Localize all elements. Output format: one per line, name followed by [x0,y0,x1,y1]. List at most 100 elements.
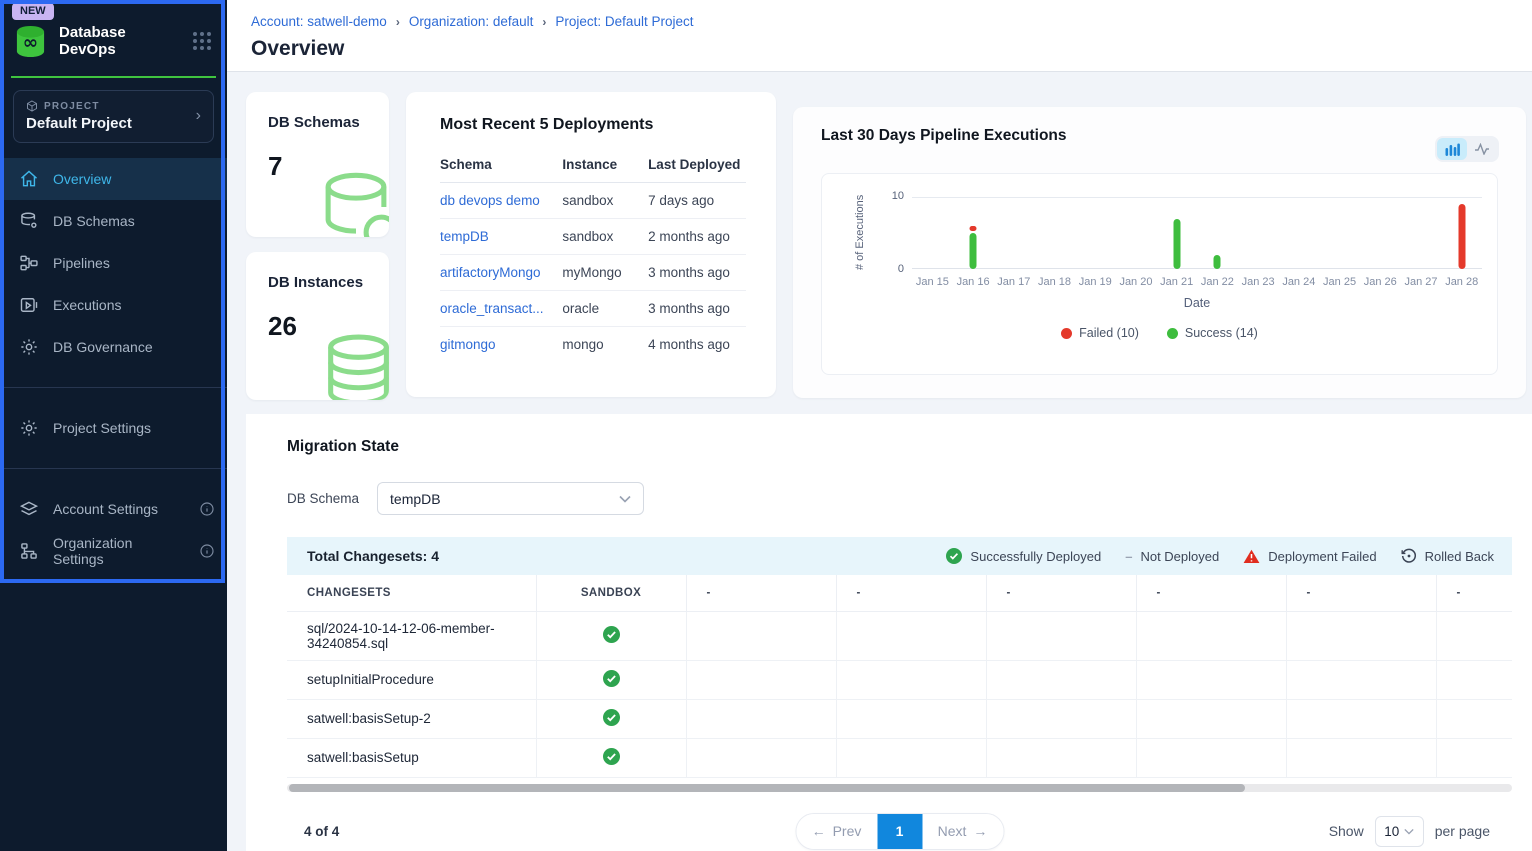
deployment-row: gitmongomongo4 months ago [440,327,746,363]
x-tick-label: Jan 16 [953,276,994,288]
empty-status-cell [836,738,986,777]
chart-column [1319,197,1360,269]
page-title: Overview [251,37,1508,61]
x-tick-label: Jan 15 [912,276,953,288]
next-page-button[interactable]: Next → [922,814,1003,849]
sidebar-item-db-schemas[interactable]: DB Schemas [0,200,227,242]
sidebar-item-label: Project Settings [53,420,217,436]
content-area: DB Schemas 7 DB Instances 26 [227,72,1532,851]
sidebar-item-db-governance[interactable]: DB Governance [0,326,227,368]
last_deployed-cell: 2 months ago [648,219,746,255]
app-title: Database DevOps [59,24,182,58]
chart-column [1401,197,1442,269]
empty-status-cell [1286,611,1436,660]
horizontal-scrollbar-thumb[interactable] [289,784,1245,792]
sandbox-status-cell [536,660,686,699]
page-header: Account: satwell-demo › Organization: de… [227,0,1532,72]
failed-bar [1458,204,1465,269]
x-tick-label: Jan 23 [1238,276,1279,288]
check-circle-icon [946,548,962,564]
horizontal-scrollbar-track[interactable] [287,784,1512,792]
schema-link[interactable]: oracle_transact... [440,291,562,327]
info-icon[interactable] [197,501,217,517]
dash-icon: – [1125,549,1132,564]
project-selector[interactable]: PROJECT Default Project › [13,90,214,143]
breadcrumb-project-link[interactable]: Project: Default Project [555,14,693,29]
rollback-icon [1401,548,1417,564]
schema-link[interactable]: tempDB [440,219,562,255]
sidebar: NEW ∞ Database DevOps PROJECT D [0,0,227,851]
changesets-table-wrap: CHANGESETSSANDBOX------ sql/2024-10-14-1… [287,575,1512,778]
db-schema-select[interactable]: tempDB [377,482,644,515]
breadcrumb-organization-link[interactable]: Organization: default [409,14,534,29]
bar-chart-toggle-button[interactable] [1437,138,1467,160]
sandbox-status-cell [536,611,686,660]
per-page-label: per page [1435,823,1490,839]
changeset-row: satwell:basisSetup-2 [287,699,1512,738]
instance-cell: sandbox [562,219,648,255]
changesets-table-body: sql/2024-10-14-12-06-member-34240854.sql… [287,611,1512,777]
arrow-right-icon: → [973,823,987,839]
chart-column [1197,197,1238,269]
project-name: Default Project [26,115,196,132]
empty-status-cell [1436,660,1512,699]
legend-item-failed: Failed (10) [1061,326,1139,340]
schema-link[interactable]: artifactoryMongo [440,255,562,291]
page-number-button[interactable]: 1 [877,814,922,849]
pagination-bar: 4 of 4 ← Prev 1 Next → Show [287,816,1512,851]
chart-column [1238,197,1279,269]
line-chart-toggle-button[interactable] [1467,138,1497,160]
legend-label: Not Deployed [1140,549,1219,564]
project-label-row: PROJECT [26,100,196,112]
failed-bar [970,226,977,231]
changesets-column-header: - [1286,575,1436,611]
app-grid-icon[interactable] [193,32,211,50]
changesets-header-bar: Total Changesets: 4 Successfully Deploye… [287,537,1512,575]
empty-status-cell [836,611,986,660]
sidebar-item-label: Organization Settings [53,535,183,567]
chart-xlabels: Jan 15Jan 16Jan 17Jan 18Jan 19Jan 20Jan … [912,276,1482,288]
changeset-row: setupInitialProcedure [287,660,1512,699]
empty-status-cell [986,738,1136,777]
chart-type-toggle [1435,136,1499,162]
sidebar-item-executions[interactable]: Executions [0,284,227,326]
sidebar-divider [0,468,227,469]
schema-link[interactable]: db devops demo [440,183,562,219]
x-tick-label: Jan 27 [1401,276,1442,288]
page-size-select[interactable]: 10 [1375,816,1424,847]
legend-label: Deployment Failed [1268,549,1376,564]
schema-link[interactable]: gitmongo [440,327,562,363]
prev-page-button[interactable]: ← Prev [796,814,877,849]
sidebar-item-overview[interactable]: Overview [0,158,227,200]
gear-icon [19,337,39,357]
last_deployed-cell: 7 days ago [648,183,746,219]
check-circle-icon [603,670,620,687]
stat-label: DB Schemas [268,114,389,131]
database-stack-icon [318,332,389,400]
home-icon [19,169,39,189]
check-circle-icon [603,748,620,765]
sidebar-item-project-settings[interactable]: Project Settings [0,407,227,449]
cube-icon [26,100,38,112]
chart-column [1116,197,1157,269]
sidebar-item-pipelines[interactable]: Pipelines [0,242,227,284]
deployments-table-body: db devops demosandbox7 days agotempDBsan… [440,183,746,363]
legend-label: Rolled Back [1425,549,1494,564]
chevron-down-icon [1404,828,1414,835]
empty-status-cell [986,611,1136,660]
changeset-row: sql/2024-10-14-12-06-member-34240854.sql [287,611,1512,660]
legend-item-success: Success (14) [1167,326,1258,340]
chart-column [993,197,1034,269]
failed-dot-icon [1061,328,1072,339]
y-tick-label: 10 [892,190,904,202]
sidebar-item-organization-settings[interactable]: Organization Settings [0,530,227,572]
changeset-name: sql/2024-10-14-12-06-member-34240854.sql [287,611,536,660]
info-icon[interactable] [197,543,217,559]
breadcrumb-account-link[interactable]: Account: satwell-demo [251,14,387,29]
changesets-header-row: CHANGESETSSANDBOX------ [287,575,1512,611]
total-changesets: Total Changesets: 4 [307,548,439,564]
pipeline-executions-card: Last 30 Days Pipeline Executions [793,107,1526,398]
primary-nav: Overview DB Schemas Pipelines [0,158,227,572]
success-dot-icon [1167,328,1178,339]
sidebar-item-account-settings[interactable]: Account Settings [0,488,227,530]
